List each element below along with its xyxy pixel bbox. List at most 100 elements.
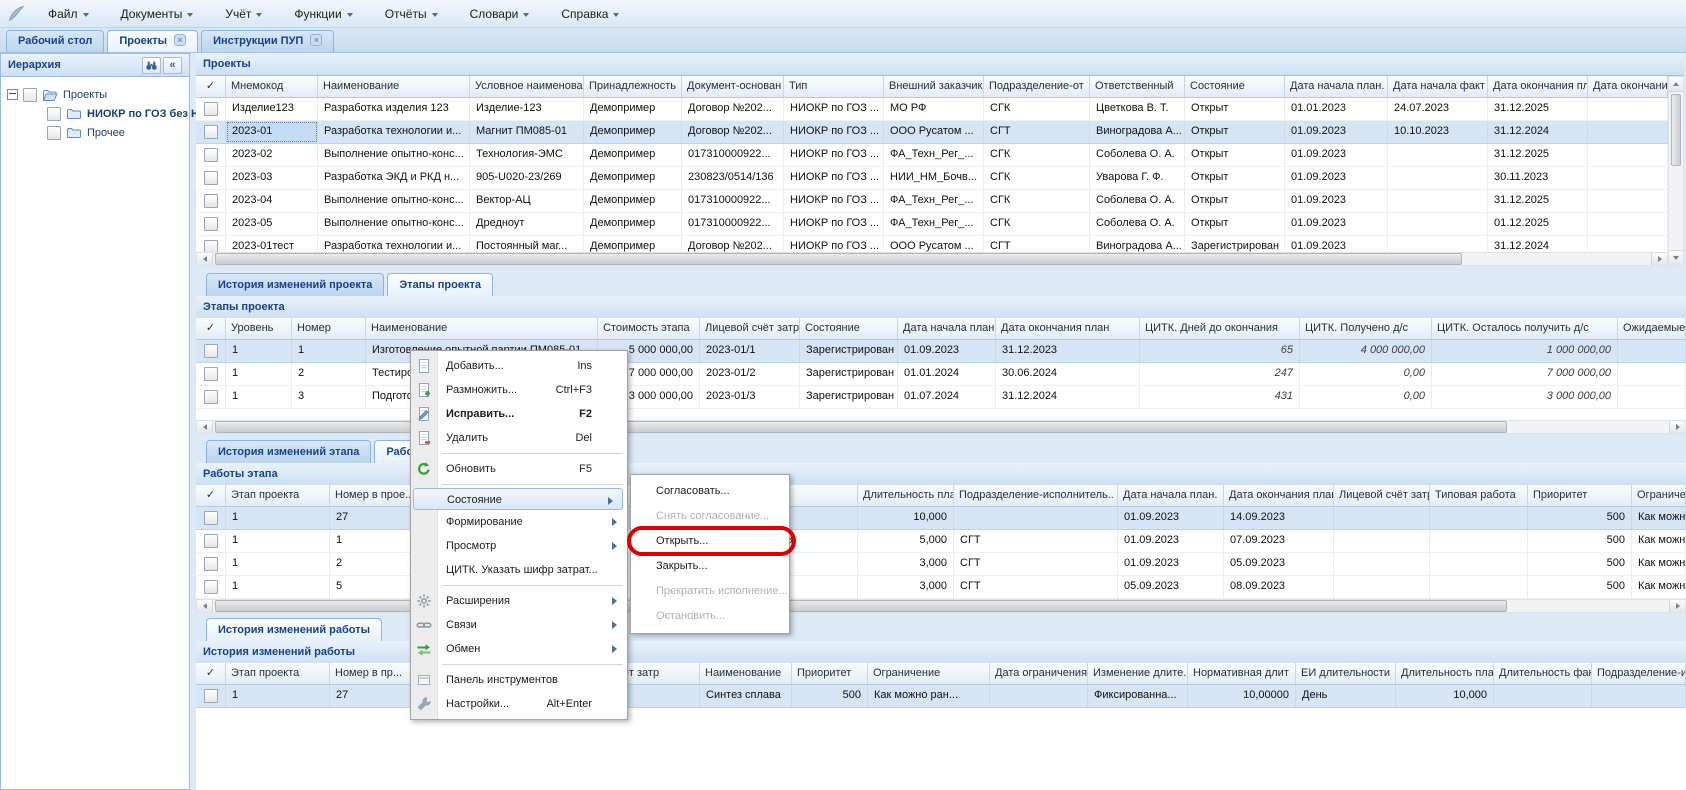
column-header[interactable]: Дата окончания план — [996, 318, 1140, 339]
column-header[interactable]: Ответственный — [1090, 76, 1185, 97]
column-header[interactable]: Условное наименова — [470, 76, 584, 97]
tree-node[interactable]: Проекты — [3, 85, 187, 104]
column-header[interactable]: Уровень — [226, 318, 292, 339]
column-header[interactable]: Внешний заказчик — [884, 76, 984, 97]
stages-tab-0[interactable]: История изменений проекта — [206, 273, 384, 296]
scroll-left-button[interactable] — [197, 253, 213, 265]
column-header[interactable]: Приоритет — [792, 663, 868, 684]
tree-node[interactable]: НИОКР по ГОЗ без НДС — [3, 104, 187, 123]
table-row[interactable]: 2023-04Выполнение опытно-конс...Вектор-А… — [196, 190, 1668, 213]
column-header[interactable]: Состояние — [800, 318, 898, 339]
h-scrollbar-thumb[interactable] — [215, 253, 1462, 265]
column-header[interactable]: ЦИТК. Получено д/с — [1300, 318, 1432, 339]
column-header[interactable]: Мнемокод — [226, 76, 318, 97]
submenu-item-2[interactable]: Открыть... — [632, 529, 788, 554]
context-menu-item[interactable]: ЦИТК. Указать шифр затрат... — [412, 558, 626, 582]
column-header[interactable]: Дата окончания план — [1224, 485, 1334, 506]
tree-checkbox[interactable] — [47, 126, 61, 140]
row-checkbox[interactable] — [204, 171, 218, 185]
column-header[interactable]: Дата начала план. — [1118, 485, 1224, 506]
submenu-item-0[interactable]: Согласовать... — [632, 479, 788, 504]
column-header[interactable]: Подразделение-ис — [1592, 663, 1686, 684]
row-checkbox[interactable] — [204, 580, 218, 594]
column-header[interactable]: ✓ — [196, 76, 226, 97]
tree-checkbox[interactable] — [23, 88, 37, 102]
search-binoculars-button[interactable] — [142, 57, 161, 74]
row-checkbox[interactable] — [204, 344, 218, 358]
column-header[interactable]: Документ-основан — [682, 76, 784, 97]
column-header[interactable]: Лицевой счёт затр — [1334, 485, 1430, 506]
scroll-right-button[interactable] — [1669, 421, 1685, 433]
column-header[interactable]: Принадлежность — [584, 76, 682, 97]
row-checkbox[interactable] — [204, 557, 218, 571]
row-checkbox[interactable] — [204, 390, 218, 404]
column-header[interactable]: Подразделение-от — [984, 76, 1090, 97]
column-header[interactable]: Длительность план — [858, 485, 954, 506]
scroll-left-button[interactable] — [197, 421, 213, 433]
context-menu-item[interactable]: ОбновитьF5 — [412, 457, 626, 481]
menubar-item-справка[interactable]: Справка — [553, 4, 627, 24]
scroll-down-button[interactable] — [1669, 250, 1683, 265]
context-menu-item[interactable]: Панель инструментов — [412, 668, 626, 692]
h-scrollbar-thumb[interactable] — [215, 600, 1507, 612]
table-row[interactable]: 2023-03Разработка ЭКД и РКД н...905-U020… — [196, 167, 1668, 190]
row-checkbox[interactable] — [204, 194, 218, 208]
row-checkbox[interactable] — [204, 511, 218, 525]
row-checkbox[interactable] — [204, 217, 218, 231]
table-row[interactable]: 2023-02Выполнение опытно-конс...Технолог… — [196, 144, 1668, 167]
menubar-item-функции[interactable]: Функции — [286, 4, 360, 24]
scroll-right-button[interactable] — [1669, 600, 1685, 612]
scroll-left-button[interactable] — [197, 600, 213, 612]
table-row[interactable]: 2023-01Разработка технологии и...Магнит … — [196, 121, 1668, 144]
column-header[interactable]: Состояние — [1185, 76, 1285, 97]
column-header[interactable]: Дата окончания пл — [1488, 76, 1588, 97]
scroll-up-button[interactable] — [1669, 77, 1683, 92]
context-menu-item[interactable]: Связи — [412, 613, 626, 637]
column-header[interactable]: Наименование — [700, 663, 792, 684]
column-header[interactable]: Изменение длите. — [1088, 663, 1188, 684]
tab-close-icon[interactable]: × — [174, 34, 186, 46]
row-checkbox[interactable] — [204, 367, 218, 381]
column-header[interactable]: Этап проекта — [226, 663, 330, 684]
tab-close-icon[interactable]: × — [310, 34, 322, 46]
column-header[interactable]: Дата окончания ф — [1588, 76, 1668, 97]
context-menu-item[interactable]: УдалитьDel — [412, 426, 626, 450]
stages-tab-1[interactable]: Этапы проекта — [387, 273, 493, 296]
menubar-item-файл[interactable]: Файл — [40, 4, 97, 24]
column-header[interactable]: ✓ — [196, 485, 226, 506]
column-header[interactable]: ЦИТК. Дней до окончания — [1140, 318, 1300, 339]
tree-checkbox[interactable] — [47, 107, 61, 121]
h-scrollbar-thumb[interactable] — [215, 421, 1507, 433]
column-header[interactable]: Дата ограничения — [990, 663, 1088, 684]
menubar-item-учёт[interactable]: Учёт — [217, 4, 270, 24]
column-header[interactable]: ЦИТК. Осталось получить д/с — [1432, 318, 1618, 339]
context-menu-item[interactable]: Обмен — [412, 637, 626, 661]
context-menu-item[interactable]: Настройки...Alt+Enter — [412, 692, 626, 716]
column-header[interactable]: Наименование — [318, 76, 470, 97]
window-tab-1[interactable]: Проекты× — [107, 30, 198, 52]
scroll-right-button[interactable] — [1651, 253, 1667, 265]
column-header[interactable]: ✓ — [196, 663, 226, 684]
table-row[interactable]: 2023-05Выполнение опытно-конс...Дредноут… — [196, 213, 1668, 236]
column-header[interactable]: ✓ — [196, 318, 226, 339]
collapse-panel-button[interactable]: « — [163, 57, 182, 74]
column-header[interactable]: Типовая работа — [1430, 485, 1528, 506]
column-header[interactable]: ЕИ длительности — [1296, 663, 1396, 684]
column-header[interactable]: Тип — [784, 76, 884, 97]
row-checkbox[interactable] — [204, 148, 218, 162]
menubar-item-документы[interactable]: Документы — [113, 4, 202, 24]
column-header[interactable]: Нормативная длит — [1188, 663, 1296, 684]
column-header[interactable]: Наименование — [366, 318, 598, 339]
menubar-item-словари[interactable]: Словари — [462, 4, 538, 24]
v-scrollbar-thumb[interactable] — [1671, 94, 1681, 166]
column-header[interactable]: Ограничение — [868, 663, 990, 684]
tree-expander-icon[interactable] — [7, 89, 18, 100]
column-header[interactable]: Длительность фак — [1494, 663, 1592, 684]
context-menu-item[interactable]: Расширения — [412, 589, 626, 613]
window-tab-0[interactable]: Рабочий стол — [6, 30, 104, 52]
column-header[interactable]: Приоритет — [1528, 485, 1632, 506]
column-header[interactable]: Номер — [292, 318, 366, 339]
row-checkbox[interactable] — [204, 125, 218, 139]
menubar-item-отчёты[interactable]: Отчёты — [377, 4, 446, 24]
context-menu-item[interactable]: Состояние — [413, 488, 623, 510]
